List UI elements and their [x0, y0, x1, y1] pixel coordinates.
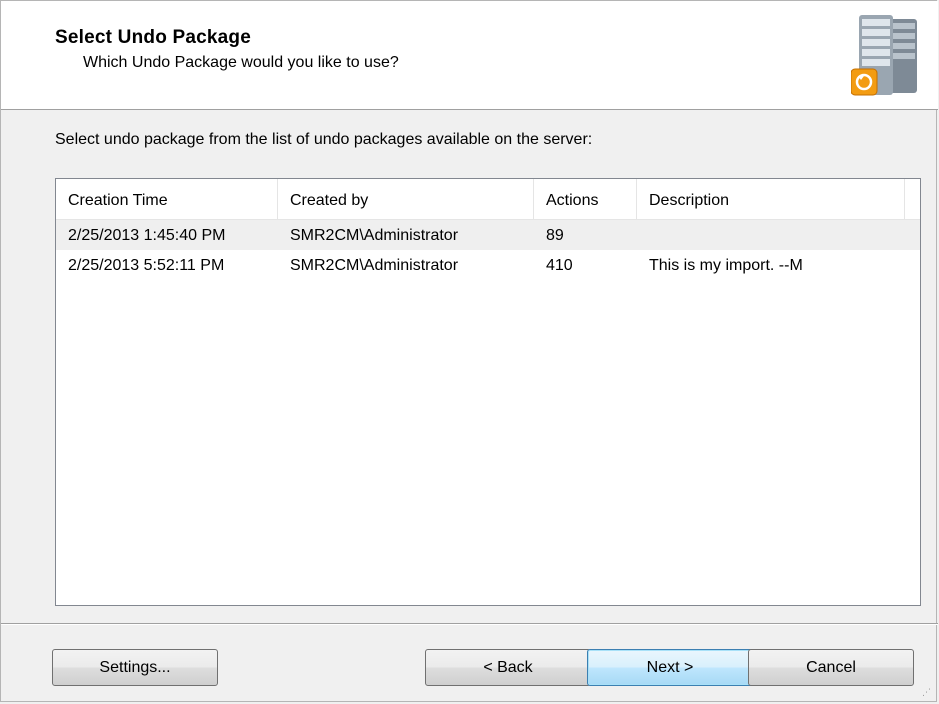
footer-separator [1, 623, 938, 625]
resize-grip-icon[interactable]: ⋰ [922, 687, 932, 697]
column-header-created-by[interactable]: Created by [278, 179, 534, 219]
server-restore-icon [851, 15, 917, 96]
page-subtitle: Which Undo Package would you like to use… [83, 54, 399, 71]
instruction-text: Select undo package from the list of und… [55, 131, 593, 148]
wizard-window: Select Undo Package Which Undo Package w… [0, 0, 938, 702]
table-row[interactable]: 2/25/2013 1:45:40 PM SMR2CM\Administrato… [56, 220, 920, 250]
column-header-description[interactable]: Description [637, 179, 905, 219]
undo-package-list[interactable]: Creation Time Created by Actions Descrip… [55, 178, 921, 606]
list-header: Creation Time Created by Actions Descrip… [56, 179, 920, 220]
table-row[interactable]: 2/25/2013 5:52:11 PM SMR2CM\Administrato… [56, 250, 920, 280]
page-title: Select Undo Package [55, 27, 251, 48]
cell-creation-time: 2/25/2013 5:52:11 PM [68, 257, 225, 274]
cell-creation-time: 2/25/2013 1:45:40 PM [68, 227, 226, 244]
back-button[interactable]: < Back [425, 649, 591, 686]
cell-description [637, 220, 905, 250]
column-header-creation-time[interactable]: Creation Time [56, 179, 278, 219]
next-button[interactable]: Next > [587, 649, 753, 686]
cell-actions: 89 [546, 227, 564, 244]
cell-created-by: SMR2CM\Administrator [290, 257, 459, 274]
wizard-header: Select Undo Package Which Undo Package w… [1, 1, 938, 110]
column-header-actions[interactable]: Actions [534, 179, 637, 219]
settings-button[interactable]: Settings... [52, 649, 218, 686]
cell-actions: 410 [546, 257, 573, 274]
cell-created-by: SMR2CM\Administrator [290, 227, 459, 244]
list-rows: 2/25/2013 1:45:40 PM SMR2CM\Administrato… [56, 220, 920, 280]
cancel-button[interactable]: Cancel [748, 649, 914, 686]
cell-description: This is my import. --M [649, 257, 803, 274]
